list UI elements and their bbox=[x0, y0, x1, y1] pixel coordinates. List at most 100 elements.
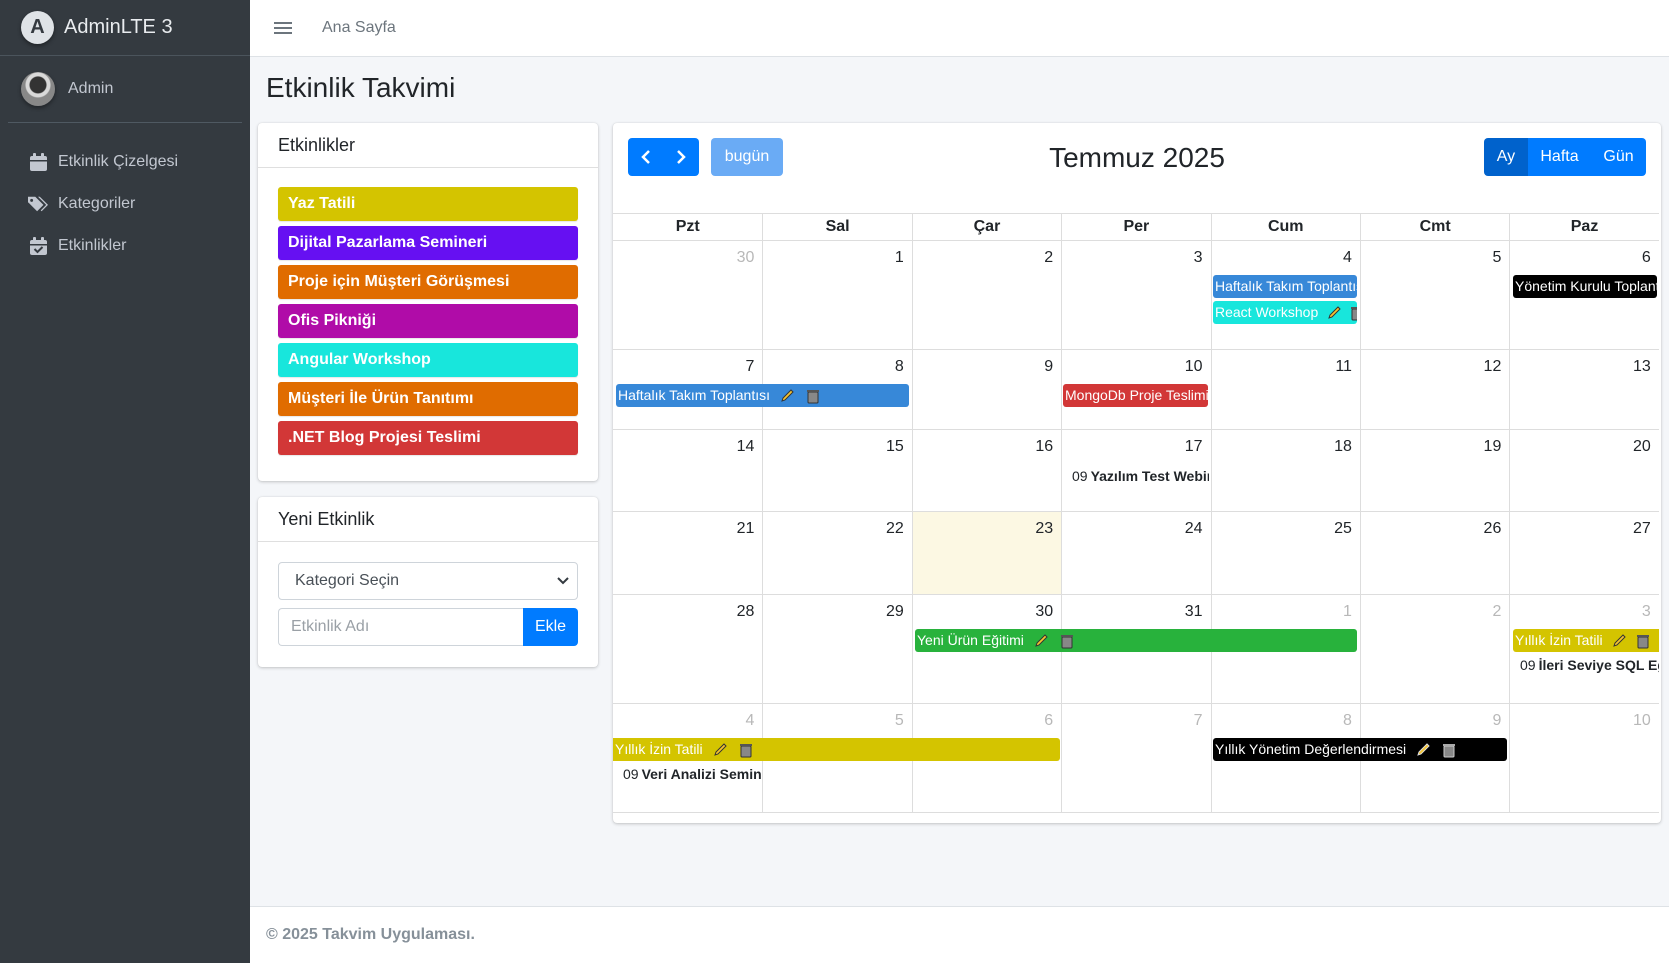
day-number[interactable]: 23 bbox=[1035, 520, 1053, 538]
edit-icon[interactable] bbox=[778, 387, 796, 405]
day-number[interactable]: 12 bbox=[1484, 358, 1502, 376]
day-number[interactable]: 5 bbox=[1492, 249, 1501, 267]
external-event[interactable]: Yaz Tatili bbox=[278, 187, 578, 221]
day-cell[interactable]: 2 bbox=[911, 241, 1061, 349]
day-cell[interactable]: 3 bbox=[1061, 241, 1210, 349]
calendar-dot-event[interactable]: 09 İleri Seviye SQL Eğitimi bbox=[1511, 655, 1659, 675]
brand-link[interactable]: A AdminLTE 3 bbox=[0, 0, 250, 56]
day-number[interactable]: 29 bbox=[886, 603, 904, 621]
menu-toggle-icon[interactable] bbox=[274, 19, 292, 37]
trash-icon[interactable] bbox=[737, 741, 755, 759]
calendar-event[interactable]: React Workshop bbox=[1213, 301, 1357, 324]
day-number[interactable]: 26 bbox=[1484, 520, 1502, 538]
calendar-event[interactable]: Yıllık Yönetim Değerlendirmesi bbox=[1213, 738, 1507, 761]
edit-icon[interactable] bbox=[1032, 632, 1050, 650]
sidebar-item-kategoriler[interactable]: Kategoriler bbox=[0, 183, 250, 225]
day-cell[interactable]: 11 bbox=[1210, 350, 1360, 429]
event-name-input[interactable]: Etkinlik Adı bbox=[278, 608, 523, 646]
day-cell[interactable]: 20 bbox=[1509, 430, 1658, 511]
day-number[interactable]: 27 bbox=[1633, 520, 1651, 538]
day-number[interactable]: 3 bbox=[1194, 249, 1203, 267]
day-cell[interactable]: 25 bbox=[1210, 512, 1360, 594]
day-cell[interactable]: 2 bbox=[1359, 595, 1509, 703]
day-number[interactable]: 6 bbox=[1044, 712, 1053, 730]
calendar-dot-event[interactable]: 09 Yazılım Test Webinarı bbox=[1063, 466, 1209, 486]
calendar-event[interactable]: Yıllık İzin Tatili bbox=[1513, 629, 1659, 652]
day-cell[interactable]: 13 bbox=[1509, 350, 1658, 429]
day-number[interactable]: 16 bbox=[1035, 438, 1053, 456]
day-number[interactable]: 19 bbox=[1484, 438, 1502, 456]
day-number[interactable]: 31 bbox=[1185, 603, 1203, 621]
day-number[interactable]: 6 bbox=[1642, 249, 1651, 267]
home-link[interactable]: Ana Sayfa bbox=[322, 19, 396, 37]
day-number[interactable]: 14 bbox=[737, 438, 755, 456]
day-number[interactable]: 30 bbox=[1035, 603, 1053, 621]
day-cell[interactable]: 5 bbox=[1359, 241, 1509, 349]
day-number[interactable]: 8 bbox=[1343, 712, 1352, 730]
trash-icon[interactable] bbox=[1635, 632, 1651, 650]
calendar-dot-event[interactable]: 09 Veri Analizi Semineri bbox=[614, 764, 761, 784]
calendar-event[interactable]: Haftalık Takım Toplantısı bbox=[1213, 275, 1357, 298]
add-event-button[interactable]: Ekle bbox=[523, 608, 578, 646]
day-cell[interactable]: 10 bbox=[1509, 704, 1658, 812]
edit-icon[interactable] bbox=[1326, 304, 1342, 322]
view-day-button[interactable]: Gün bbox=[1591, 138, 1646, 176]
day-number[interactable]: 7 bbox=[745, 358, 754, 376]
day-cell[interactable]: 16 bbox=[911, 430, 1061, 511]
trash-icon[interactable] bbox=[1350, 304, 1357, 322]
day-cell[interactable]: 18 bbox=[1210, 430, 1360, 511]
day-cell[interactable]: 7 bbox=[1061, 704, 1210, 812]
day-cell[interactable]: 1 bbox=[762, 241, 911, 349]
edit-icon[interactable] bbox=[711, 741, 729, 759]
day-cell[interactable]: 29 bbox=[762, 595, 911, 703]
day-number[interactable]: 30 bbox=[737, 249, 755, 267]
day-number[interactable]: 10 bbox=[1633, 712, 1651, 730]
day-number[interactable]: 25 bbox=[1334, 520, 1352, 538]
external-event[interactable]: .NET Blog Projesi Teslimi bbox=[278, 421, 578, 455]
external-event[interactable]: Müşteri İle Ürün Tanıtımı bbox=[278, 382, 578, 416]
trash-icon[interactable] bbox=[804, 387, 822, 405]
day-number[interactable]: 7 bbox=[1194, 712, 1203, 730]
external-event[interactable]: Dijital Pazarlama Semineri bbox=[278, 226, 578, 260]
day-number[interactable]: 22 bbox=[886, 520, 904, 538]
day-number[interactable]: 4 bbox=[1343, 249, 1352, 267]
user-panel[interactable]: Admin bbox=[8, 56, 242, 123]
day-cell[interactable]: 26 bbox=[1359, 512, 1509, 594]
sidebar-item-etkinlikler[interactable]: Etkinlikler bbox=[0, 225, 250, 267]
day-cell[interactable]: 9 bbox=[911, 350, 1061, 429]
day-number[interactable]: 21 bbox=[737, 520, 755, 538]
day-cell[interactable]: 27 bbox=[1509, 512, 1658, 594]
day-number[interactable]: 1 bbox=[1343, 603, 1352, 621]
day-number[interactable]: 10 bbox=[1185, 358, 1203, 376]
day-number[interactable]: 4 bbox=[745, 712, 754, 730]
day-number[interactable]: 8 bbox=[895, 358, 904, 376]
edit-icon[interactable] bbox=[1414, 741, 1432, 759]
trash-icon[interactable] bbox=[1058, 632, 1076, 650]
day-cell[interactable]: 14 bbox=[613, 430, 762, 511]
day-cell[interactable]: 30 bbox=[613, 241, 762, 349]
day-number[interactable]: 3 bbox=[1642, 603, 1651, 621]
category-select[interactable]: Kategori Seçin bbox=[278, 562, 578, 600]
day-cell-today[interactable]: 23 bbox=[911, 512, 1062, 594]
day-number[interactable]: 28 bbox=[737, 603, 755, 621]
day-cell[interactable]: 28 bbox=[613, 595, 762, 703]
day-number[interactable]: 5 bbox=[895, 712, 904, 730]
view-month-button[interactable]: Ay bbox=[1484, 138, 1528, 176]
day-cell[interactable]: 21 bbox=[613, 512, 762, 594]
calendar-event[interactable]: Haftalık Takım Toplantısı bbox=[616, 384, 909, 407]
day-number[interactable]: 15 bbox=[886, 438, 904, 456]
trash-icon[interactable] bbox=[1440, 741, 1458, 759]
day-cell[interactable]: 12 bbox=[1359, 350, 1509, 429]
day-number[interactable]: 11 bbox=[1335, 358, 1352, 376]
view-week-button[interactable]: Hafta bbox=[1528, 138, 1591, 176]
day-number[interactable]: 9 bbox=[1044, 358, 1053, 376]
day-number[interactable]: 9 bbox=[1492, 712, 1501, 730]
day-cell[interactable]: 24 bbox=[1061, 512, 1210, 594]
day-number[interactable]: 17 bbox=[1185, 438, 1203, 456]
day-cell[interactable]: 22 bbox=[762, 512, 911, 594]
day-number[interactable]: 20 bbox=[1633, 438, 1651, 456]
day-number[interactable]: 2 bbox=[1044, 249, 1053, 267]
external-event[interactable]: Angular Workshop bbox=[278, 343, 578, 377]
day-cell[interactable]: 15 bbox=[762, 430, 911, 511]
edit-icon[interactable] bbox=[1611, 632, 1627, 650]
